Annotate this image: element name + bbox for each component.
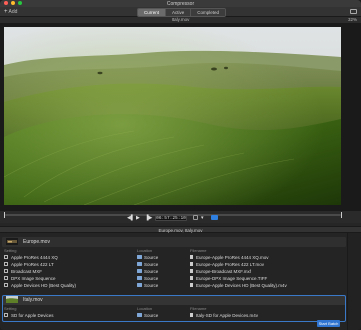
filename-value[interactable]: Europe-Apple Devices HD (Best Quality).m…	[196, 283, 287, 288]
output-row[interactable]: DPX Image Sequence Source Europe-DPX Ima…	[0, 275, 347, 282]
setting-name: Apple ProRes 422 LT	[11, 262, 54, 267]
play-icon[interactable]: ▶	[136, 215, 140, 221]
title-bar: Compressor	[0, 0, 361, 7]
job-thumbnail	[6, 238, 18, 245]
selected-job-highlight	[2, 295, 346, 322]
compressor-window: Compressor + Add Current Active Complete…	[0, 0, 361, 330]
output-row[interactable]: Broadcast MXF Source Europe-Broadcast MX…	[0, 268, 347, 275]
column-header-location: Location	[137, 248, 153, 253]
setting-icon	[4, 255, 8, 259]
setting-name: Broadcast MXF	[11, 269, 43, 274]
previous-frame-icon[interactable]: ◀▌	[127, 215, 134, 221]
output-row[interactable]: Apple ProRes 422 LT Source Europe-Apple …	[0, 261, 347, 268]
timecode-display[interactable]: 06:57:25:10	[155, 215, 187, 221]
job-list-scrollbar[interactable]	[347, 233, 361, 330]
plus-icon: +	[4, 8, 8, 15]
filename-value[interactable]: Europe-DPX Image Sequence.TIFF	[196, 276, 267, 281]
column-header-setting: Setting	[4, 248, 17, 253]
setting-icon	[4, 269, 8, 273]
zoom-window-button[interactable]	[18, 1, 22, 5]
file-icon	[190, 276, 193, 280]
filename-value[interactable]: Europe-Apple ProRes 4444 XQ.mov	[196, 255, 269, 260]
output-row[interactable]: Apple Devices HD (Best Quality) Source E…	[0, 282, 347, 289]
setting-name: DPX Image Sequence	[11, 276, 56, 281]
toolbar: + Add Current Active Completed	[0, 7, 361, 17]
add-button-label: Add	[8, 9, 18, 15]
file-icon	[190, 255, 193, 259]
transport-controls: ◀▌ ▶ ▐▶ 06:57:25:10 ▾	[0, 213, 361, 224]
minimize-window-button[interactable]	[11, 1, 15, 5]
video-frame[interactable]	[4, 27, 341, 205]
folder-icon	[137, 269, 142, 273]
batch-bar: Europe.mov, Italy.mov	[0, 226, 361, 233]
file-icon	[190, 283, 193, 287]
add-button[interactable]: + Add	[4, 8, 18, 16]
tab-current[interactable]: Current	[138, 9, 167, 16]
viewer-file-name: Italy.mov	[171, 17, 190, 22]
filename-value[interactable]: Europe-Broadcast MXF.mxf	[196, 269, 251, 274]
next-frame-icon[interactable]: ▐▶	[145, 215, 152, 221]
location-value[interactable]: Source	[144, 283, 158, 288]
folder-icon	[137, 262, 142, 266]
column-header-filename: Filename	[190, 248, 207, 253]
job-name: Europe.mov	[23, 239, 50, 245]
inspector-toggle-icon[interactable]	[350, 9, 357, 14]
job-header-europe[interactable]: Europe.mov	[2, 237, 346, 247]
output-row[interactable]: Apple ProRes 4444 XQ Source Europe-Apple…	[0, 254, 347, 261]
set-in-point-icon[interactable]	[193, 215, 198, 220]
filename-value[interactable]: Europe-Apple ProRes 422 LT.mov	[196, 262, 264, 267]
location-value[interactable]: Source	[144, 262, 158, 267]
folder-icon	[137, 255, 142, 259]
start-batch-button[interactable]: Start Batch	[317, 320, 340, 327]
setting-name: Apple Devices HD (Best Quality)	[11, 283, 77, 288]
window-controls	[4, 1, 22, 5]
tab-completed[interactable]: Completed	[191, 9, 226, 16]
zoom-level[interactable]: 32%	[348, 17, 357, 22]
location-value[interactable]: Source	[144, 269, 158, 274]
setting-icon	[4, 276, 8, 280]
folder-icon	[137, 276, 142, 280]
preview-viewer	[0, 23, 361, 211]
setting-name: Apple ProRes 4444 XQ	[11, 255, 58, 260]
file-icon	[190, 262, 193, 266]
close-window-button[interactable]	[4, 1, 8, 5]
setting-icon	[4, 283, 8, 287]
setting-icon	[4, 262, 8, 266]
location-value[interactable]: Source	[144, 255, 158, 260]
compare-toggle-icon[interactable]	[211, 215, 218, 220]
file-icon	[190, 269, 193, 273]
view-tabs: Current Active Completed	[137, 8, 227, 17]
filmstrip-icon[interactable]: ▾	[201, 215, 204, 221]
landscape-frame-image	[4, 27, 341, 205]
folder-icon	[137, 283, 142, 287]
location-value[interactable]: Source	[144, 276, 158, 281]
window-title: Compressor	[166, 0, 195, 7]
tab-active[interactable]: Active	[166, 9, 192, 16]
